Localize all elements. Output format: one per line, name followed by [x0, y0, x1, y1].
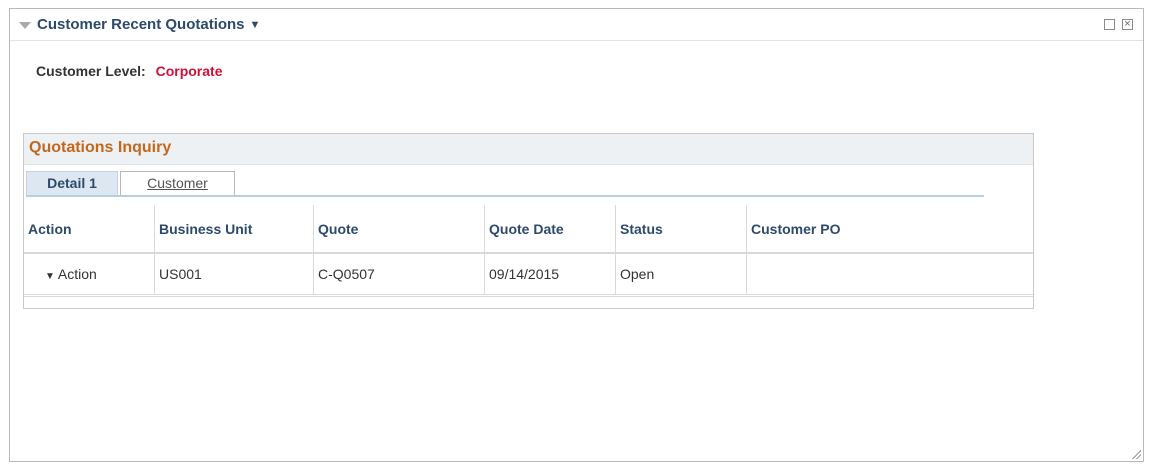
column-header-customer-po[interactable]: Customer PO [746, 205, 1033, 254]
quotations-table: Action Business Unit Quote Quote Date St… [24, 205, 1033, 295]
column-header-status[interactable]: Status [615, 205, 747, 254]
action-dropdown-caret-icon[interactable]: ▼ [45, 271, 55, 282]
pagelet-customer-recent-quotations: Customer Recent Quotations ▼ × Customer … [9, 8, 1144, 462]
column-header-action[interactable]: Action [24, 205, 155, 254]
cell-business-unit: US001 [154, 253, 314, 295]
customer-level-value: Corporate [155, 63, 223, 79]
pagelet-header: Customer Recent Quotations ▼ × [10, 9, 1143, 41]
close-icon[interactable]: × [1122, 19, 1133, 30]
tab-customer[interactable]: Customer [120, 171, 235, 196]
cell-quote: C-Q0507 [313, 253, 485, 295]
column-header-business-unit[interactable]: Business Unit [154, 205, 314, 254]
action-cell[interactable]: ▼ Action [24, 253, 155, 295]
title-menu-caret-icon[interactable]: ▼ [250, 19, 261, 31]
grid-footer [24, 296, 1033, 309]
table-header-row: Action Business Unit Quote Quote Date St… [24, 205, 1033, 254]
pagelet-title[interactable]: Customer Recent Quotations [37, 16, 245, 33]
quotations-inquiry-grid: Quotations Inquiry Detail 1 Customer Act… [23, 133, 1034, 309]
tab-detail-1[interactable]: Detail 1 [26, 171, 118, 196]
customer-level: Customer Level: Corporate [36, 63, 223, 79]
maximize-icon[interactable] [1104, 19, 1115, 30]
cell-customer-po [746, 253, 1033, 295]
tab-underline [26, 195, 984, 197]
table-row: ▼ Action US001 C-Q0507 09/14/2015 Open [24, 253, 1033, 295]
column-header-quote-date[interactable]: Quote Date [484, 205, 616, 254]
tab-customer-label: Customer [147, 175, 208, 191]
customer-level-label: Customer Level: [36, 63, 146, 79]
resize-grip-icon[interactable] [1131, 449, 1141, 459]
grid-title: Quotations Inquiry [24, 134, 1033, 165]
column-header-quote[interactable]: Quote [313, 205, 485, 254]
cell-status: Open [615, 253, 747, 295]
collapse-triangle-icon[interactable] [19, 21, 31, 29]
grid-tabs: Detail 1 Customer [24, 165, 1033, 205]
action-link[interactable]: Action [58, 266, 97, 282]
cell-quote-date: 09/14/2015 [484, 253, 616, 295]
